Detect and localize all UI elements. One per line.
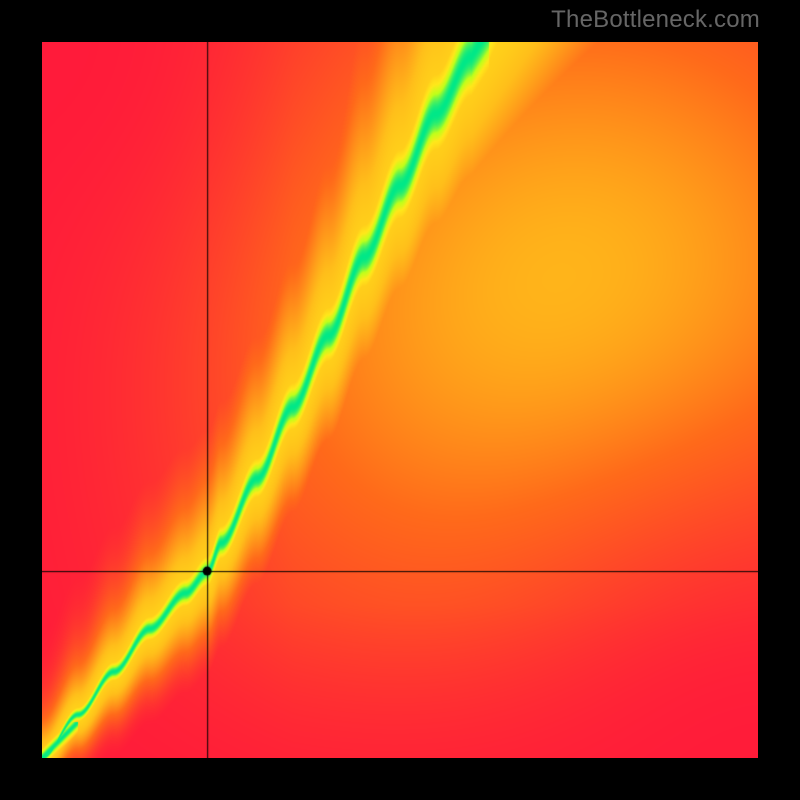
bottleneck-heatmap [42,42,758,758]
watermark-text: TheBottleneck.com [551,6,760,34]
chart-frame: TheBottleneck.com [0,0,800,800]
